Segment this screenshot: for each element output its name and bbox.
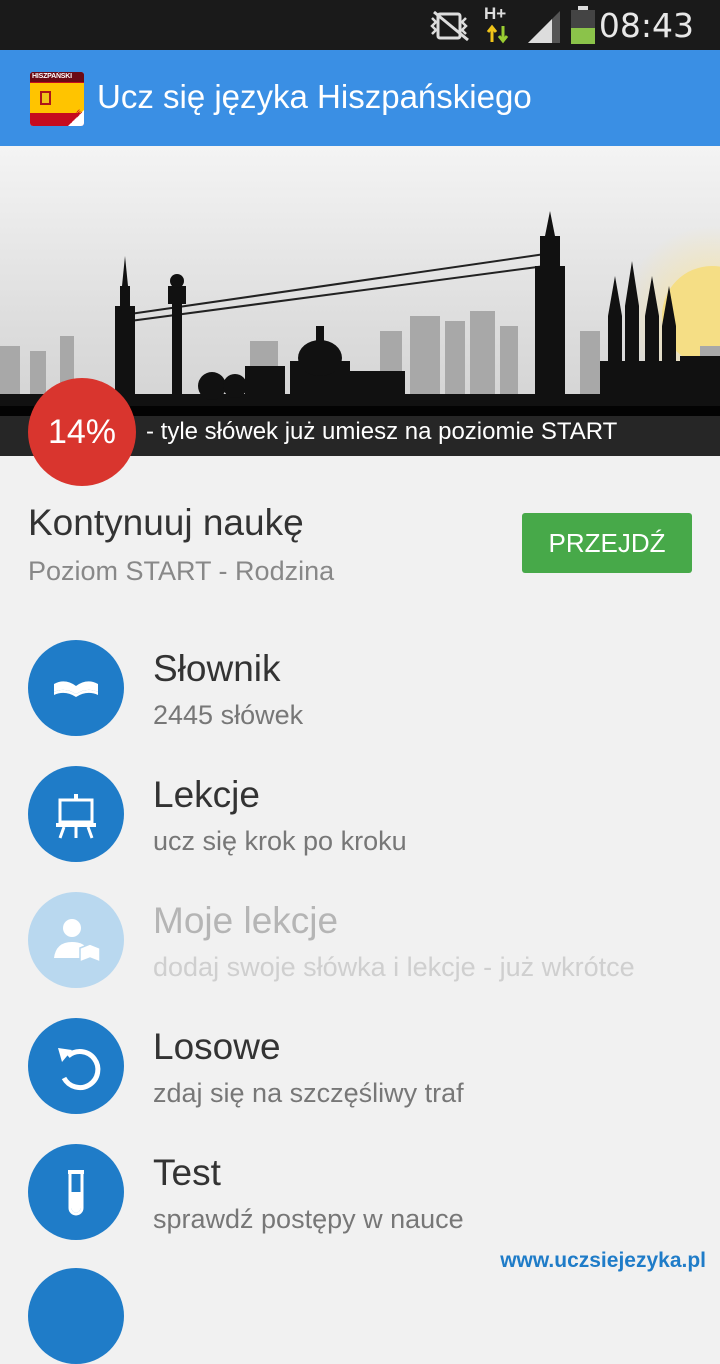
clock: 08:43 <box>598 6 694 45</box>
app-icon-top-text: HISZPAŃSKI <box>32 73 72 80</box>
menu-item-partial-circle[interactable] <box>28 1268 124 1364</box>
menu-item-my-lessons[interactable]: Moje lekcje dodaj swoje słówka i lekcje … <box>0 892 720 1002</box>
menu-item-desc: zdaj się na szczęśliwy traf <box>153 1078 464 1108</box>
website-link[interactable]: www.uczsiejezyka.pl <box>500 1249 706 1273</box>
spain-flag-icon: HISZPAŃSKI FREE <box>30 72 84 126</box>
menu-item-desc: 2445 słówek <box>153 700 304 730</box>
menu-item-dictionary[interactable]: Słownik 2445 słówek <box>0 640 720 750</box>
menu-item-random[interactable]: Losowe zdaj się na szczęśliwy traf <box>0 1018 720 1128</box>
mute-vibrate-icon <box>430 10 469 42</box>
menu-item-desc: ucz się krok po kroku <box>153 826 407 856</box>
menu-item-label: Losowe <box>153 1026 281 1067</box>
app-bar: HISZPAŃSKI FREE Ucz się języka Hiszpańsk… <box>0 50 720 146</box>
menu-item-desc: sprawdź postępy w nauce <box>153 1204 464 1234</box>
test-tube-icon <box>68 1170 84 1216</box>
menu-item-desc: dodaj swoje słówka i lekcje - już wkrótc… <box>153 952 635 982</box>
status-bar: H+ 08:43 <box>0 0 720 50</box>
go-button[interactable]: PRZEJDŹ <box>522 513 692 573</box>
easel-icon <box>56 794 96 839</box>
network-type: H+ <box>484 4 514 44</box>
menu-item-label: Lekcje <box>153 774 260 815</box>
data-arrows-icon <box>486 24 509 44</box>
continue-title: Kontynuuj naukę <box>28 502 304 543</box>
menu-item-label: Test <box>153 1152 221 1193</box>
signal-icon <box>528 11 560 43</box>
menu-item-label: Moje lekcje <box>153 900 339 941</box>
continue-subtitle: Poziom START - Rodzina <box>28 556 335 586</box>
battery-icon <box>571 6 595 44</box>
app-title: Ucz się języka Hiszpańskiego <box>97 78 532 115</box>
menu-item-label: Słownik <box>153 648 281 689</box>
menu-item-test[interactable]: Test sprawdź postępy w nauce <box>0 1144 720 1254</box>
progress-caption: - tyle słówek już umiesz na poziomie STA… <box>146 418 618 445</box>
progress-badge: 14% <box>28 378 136 486</box>
book-icon <box>54 681 98 697</box>
menu-item-lessons[interactable]: Lekcje ucz się krok po kroku <box>0 766 720 876</box>
undo-arrow-icon <box>58 1048 101 1090</box>
user-book-icon <box>54 919 101 964</box>
